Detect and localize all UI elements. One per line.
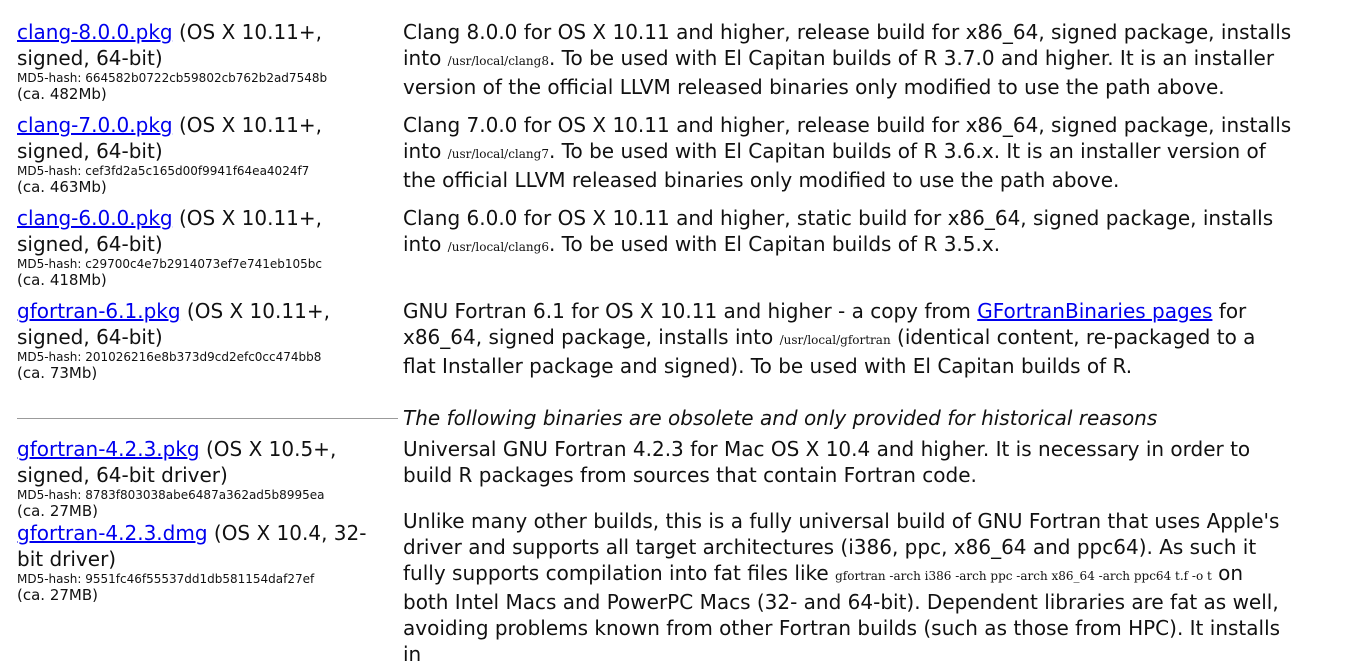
package-description: Clang 8.0.0 for OS X 10.11 and higher, r… bbox=[403, 19, 1293, 100]
package-size: (ca. 27MB) bbox=[17, 586, 98, 604]
description-paragraph: Universal GNU Fortran 4.2.3 for Mac OS X… bbox=[403, 437, 1251, 487]
download-info: clang-7.0.0.pkg (OS X 10.11+, signed, 64… bbox=[17, 112, 392, 196]
package-link[interactable]: gfortran-4.2.3.dmg bbox=[17, 521, 208, 545]
package-line: clang-6.0.0.pkg (OS X 10.11+, signed, 64… bbox=[17, 205, 392, 257]
description-text: Clang 6.0.0 for OS X 10.11 and higher, s… bbox=[403, 206, 1274, 256]
description-paragraph: Unlike many other builds, this is a full… bbox=[403, 509, 1281, 666]
package-line: clang-7.0.0.pkg (OS X 10.11+, signed, 64… bbox=[17, 112, 392, 164]
install-path: /usr/local/clang6 bbox=[447, 240, 549, 254]
package-link[interactable]: clang-7.0.0.pkg bbox=[17, 113, 173, 137]
package-link[interactable]: clang-8.0.0.pkg bbox=[17, 20, 173, 44]
description-text: GNU Fortran 6.1 for OS X 10.11 and highe… bbox=[403, 299, 1256, 378]
download-info: clang-8.0.0.pkg (OS X 10.11+, signed, 64… bbox=[17, 19, 392, 103]
package-line: gfortran-6.1.pkg (OS X 10.11+, signed, 6… bbox=[17, 298, 392, 350]
package-line: clang-8.0.0.pkg (OS X 10.11+, signed, 64… bbox=[17, 19, 392, 71]
install-path: /usr/local/clang8 bbox=[447, 54, 549, 68]
obsolete-download-info: gfortran-4.2.3.pkg (OS X 10.5+, signed, … bbox=[17, 436, 392, 604]
package-description: Clang 7.0.0 for OS X 10.11 and higher, r… bbox=[403, 112, 1293, 193]
section-divider bbox=[17, 418, 398, 419]
obsolete-description: Universal GNU Fortran 4.2.3 for Mac OS X… bbox=[403, 436, 1293, 667]
md5-hash: MD5-hash: cef3fd2a5c165d00f9941f64ea4024… bbox=[17, 164, 310, 178]
package-size: (ca. 482Mb) bbox=[17, 85, 107, 103]
package-link[interactable]: clang-6.0.0.pkg bbox=[17, 206, 173, 230]
download-info: clang-6.0.0.pkg (OS X 10.11+, signed, 64… bbox=[17, 205, 392, 289]
install-path: /usr/local/gfortran bbox=[779, 333, 891, 347]
package-description: GNU Fortran 6.1 for OS X 10.11 and highe… bbox=[403, 298, 1293, 379]
package-line: gfortran-4.2.3.dmg (OS X 10.4, 32-bit dr… bbox=[17, 520, 392, 572]
package-size: (ca. 463Mb) bbox=[17, 178, 107, 196]
downloads-page: clang-8.0.0.pkg (OS X 10.11+, signed, 64… bbox=[0, 0, 1357, 666]
description-text: Clang 7.0.0 for OS X 10.11 and higher, r… bbox=[403, 113, 1292, 192]
package-size: (ca. 27MB) bbox=[17, 502, 98, 520]
package-line: gfortran-4.2.3.pkg (OS X 10.5+, signed, … bbox=[17, 436, 392, 488]
package-link[interactable]: gfortran-4.2.3.pkg bbox=[17, 437, 200, 461]
package-link[interactable]: gfortran-6.1.pkg bbox=[17, 299, 181, 323]
download-info: gfortran-6.1.pkg (OS X 10.11+, signed, 6… bbox=[17, 298, 392, 382]
md5-hash: MD5-hash: 201026216e8b373d9cd2efc0cc474b… bbox=[17, 350, 322, 364]
package-size: (ca. 418Mb) bbox=[17, 271, 107, 289]
description-text: Clang 8.0.0 for OS X 10.11 and higher, r… bbox=[403, 20, 1292, 99]
md5-hash: MD5-hash: 9551fc46f55537dd1db581154daf27… bbox=[17, 572, 315, 586]
package-size: (ca. 73Mb) bbox=[17, 364, 98, 382]
md5-hash: MD5-hash: c29700c4e7b2914073ef7e741eb105… bbox=[17, 257, 322, 271]
install-path: /usr/local/clang7 bbox=[447, 147, 549, 161]
gfortran-binaries-link[interactable]: GFortranBinaries pages bbox=[977, 299, 1212, 323]
package-description: Clang 6.0.0 for OS X 10.11 and higher, s… bbox=[403, 205, 1293, 260]
obsolete-heading: The following binaries are obsolete and … bbox=[403, 406, 1158, 430]
example-command: gfortran -arch i386 -arch ppc -arch x86_… bbox=[835, 569, 1212, 583]
md5-hash: MD5-hash: 664582b0722cb59802cb762b2ad754… bbox=[17, 71, 328, 85]
md5-hash: MD5-hash: 8783f803038abe6487a362ad5b8995… bbox=[17, 488, 325, 502]
